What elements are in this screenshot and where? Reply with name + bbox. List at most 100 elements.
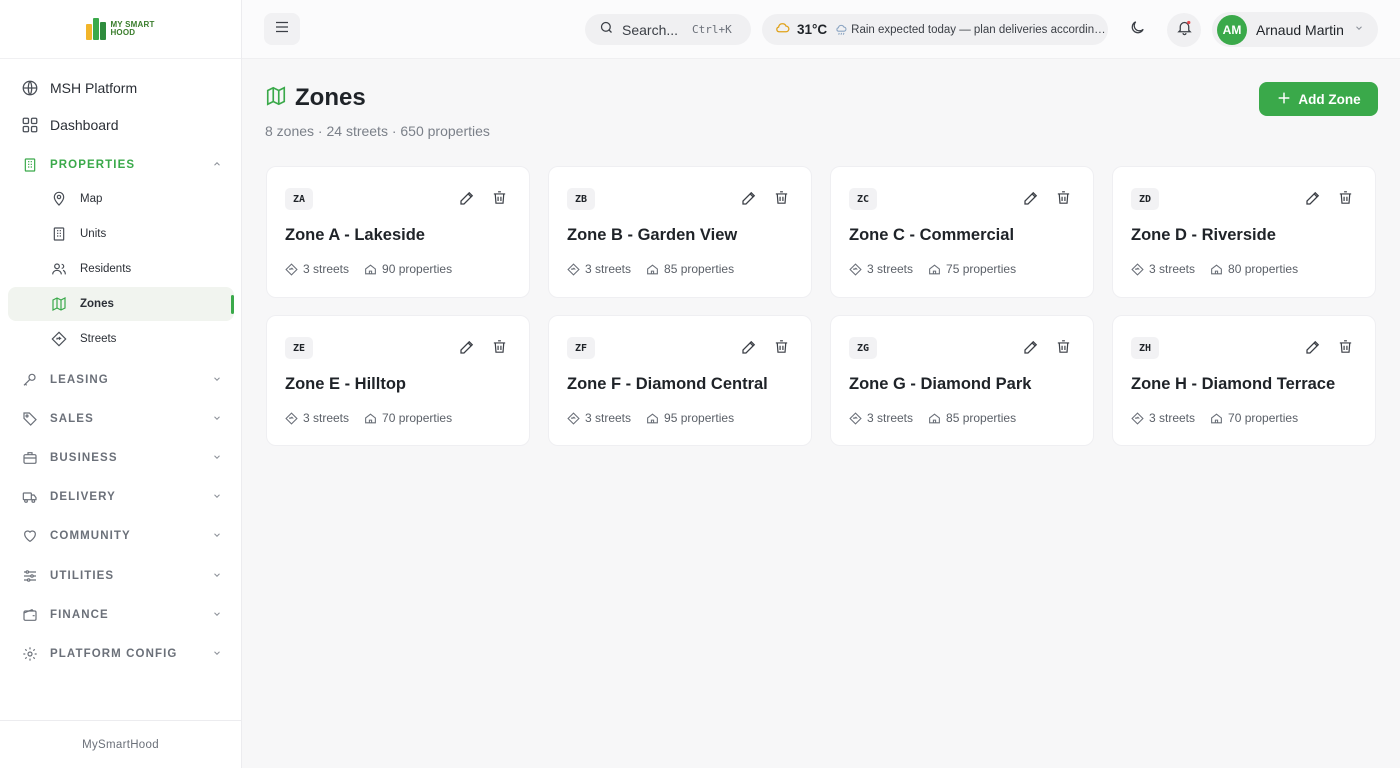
pencil-icon — [1304, 338, 1322, 361]
zone-name[interactable]: Zone A - Lakeside — [285, 226, 425, 245]
sidebar-section-platform-config[interactable]: PLATFORM CONFIG — [8, 637, 234, 671]
sidebar-section-community[interactable]: COMMUNITY — [8, 519, 234, 553]
weather-widget[interactable]: 31°C Rain expected today — plan deliveri… — [762, 14, 1108, 45]
zone-name[interactable]: Zone H - Diamond Terrace — [1131, 375, 1335, 394]
sidebar-section-properties[interactable]: PROPERTIES — [8, 148, 234, 182]
zone-code-badge: ZH — [1131, 337, 1159, 359]
zone-name[interactable]: Zone C - Commercial — [849, 226, 1014, 245]
zone-meta: 3 streets 95 properties — [567, 411, 734, 425]
edit-zone-button[interactable] — [1020, 338, 1042, 360]
edit-zone-button[interactable] — [1020, 189, 1042, 211]
zone-streets-count: 3 streets — [585, 262, 632, 276]
zone-streets-count: 3 streets — [1149, 262, 1196, 276]
zone-properties-count: 85 properties — [664, 262, 735, 276]
sidebar-section-utilities[interactable]: UTILITIES — [8, 559, 234, 593]
zone-properties-count: 95 properties — [664, 411, 735, 425]
zone-name[interactable]: Zone F - Diamond Central — [567, 375, 768, 394]
zone-card[interactable]: ZH Zone H - Diamond Terrace 3 streets 70 pr… — [1112, 315, 1376, 446]
delete-zone-button[interactable] — [770, 338, 792, 360]
delete-zone-button[interactable] — [1052, 189, 1074, 211]
tag-icon — [20, 409, 40, 429]
zone-card[interactable]: ZD Zone D - Riverside 3 streets 80 properti… — [1112, 166, 1376, 298]
sidebar-section-leasing[interactable]: LEASING — [8, 363, 234, 397]
signpost-icon — [849, 411, 862, 425]
delete-zone-button[interactable] — [770, 189, 792, 211]
pencil-icon — [458, 189, 476, 212]
sidebar-section-label: FINANCE — [50, 609, 109, 621]
edit-zone-button[interactable] — [738, 189, 760, 211]
sidebar-section-finance[interactable]: FINANCE — [8, 598, 234, 632]
zone-streets-count: 3 streets — [303, 262, 350, 276]
zone-card[interactable]: ZE Zone E - Hilltop 3 streets 70 properties — [266, 315, 530, 446]
home-icon — [928, 263, 941, 276]
zone-card[interactable]: ZC Zone C - Commercial 3 streets 75 propert… — [830, 166, 1094, 298]
add-zone-button[interactable]: Add Zone — [1259, 82, 1378, 116]
theme-toggle-button[interactable] — [1120, 13, 1154, 47]
sidebar-item-zones[interactable]: Zones — [8, 287, 234, 321]
truck-icon — [20, 487, 40, 507]
edit-zone-button[interactable] — [1302, 189, 1324, 211]
active-indicator — [231, 295, 234, 314]
sidebar-section-sales[interactable]: SALES — [8, 402, 234, 436]
delete-zone-button[interactable] — [1052, 338, 1074, 360]
zone-code-badge: ZG — [849, 337, 877, 359]
trash-icon — [491, 338, 508, 360]
search-input[interactable]: Search... Ctrl+K — [585, 14, 751, 45]
user-menu[interactable]: AM Arnaud Martin — [1212, 12, 1378, 47]
signpost-icon — [50, 330, 68, 348]
search-placeholder: Search... — [622, 21, 679, 38]
zone-name[interactable]: Zone D - Riverside — [1131, 226, 1276, 245]
sidebar-item-label: Map — [80, 193, 103, 205]
brand-logo[interactable]: MY SMART HOOD — [0, 0, 241, 59]
zone-properties-count: 80 properties — [1228, 262, 1299, 276]
delete-zone-button[interactable] — [488, 189, 510, 211]
cloud-sun-icon — [774, 19, 791, 41]
building-icon — [20, 155, 40, 175]
logo-text: MY SMART HOOD — [110, 21, 154, 37]
zone-streets-count: 3 streets — [585, 411, 632, 425]
sidebar-section-business[interactable]: BUSINESS — [8, 441, 234, 475]
zone-streets-count: 3 streets — [303, 411, 350, 425]
zone-code-badge: ZA — [285, 188, 313, 210]
menu-toggle-button[interactable] — [264, 13, 300, 45]
sidebar-item-residents[interactable]: Residents — [8, 252, 234, 286]
zone-card[interactable]: ZG Zone G - Diamond Park 3 streets 85 prope… — [830, 315, 1094, 446]
weather-temperature: 31°C — [797, 22, 828, 37]
edit-zone-button[interactable] — [738, 338, 760, 360]
signpost-icon — [849, 262, 862, 276]
edit-zone-button[interactable] — [456, 189, 478, 211]
search-shortcut: Ctrl+K — [692, 23, 732, 36]
pencil-icon — [1304, 189, 1322, 212]
chevron-down-icon — [212, 452, 222, 465]
zone-meta: 3 streets 90 properties — [285, 262, 452, 276]
weather-message: Rain expected today — plan deliveries ac… — [851, 23, 1108, 36]
zone-meta: 3 streets 85 properties — [849, 411, 1016, 425]
edit-zone-button[interactable] — [456, 338, 478, 360]
zone-streets-count: 3 streets — [1149, 411, 1196, 425]
delete-zone-button[interactable] — [488, 338, 510, 360]
notifications-button[interactable] — [1167, 13, 1201, 47]
sidebar-section-label: DELIVERY — [50, 491, 116, 503]
sidebar-item-dashboard[interactable]: Dashboard — [8, 108, 234, 142]
sidebar-item-msh-platform[interactable]: MSH Platform — [8, 71, 234, 105]
chevron-down-icon — [212, 491, 222, 504]
sidebar-item-streets[interactable]: Streets — [8, 322, 234, 356]
delete-zone-button[interactable] — [1334, 338, 1356, 360]
sidebar-section-delivery[interactable]: DELIVERY — [8, 480, 234, 514]
zone-card[interactable]: ZF Zone F - Diamond Central 3 streets 95 pr… — [548, 315, 812, 446]
edit-zone-button[interactable] — [1302, 338, 1324, 360]
zone-name[interactable]: Zone E - Hilltop — [285, 375, 406, 394]
zone-properties-count: 85 properties — [946, 411, 1017, 425]
zone-card[interactable]: ZA Zone A - Lakeside 3 streets 90 propertie… — [266, 166, 530, 298]
sidebar-item-map[interactable]: Map — [8, 182, 234, 216]
zone-name[interactable]: Zone G - Diamond Park — [849, 375, 1031, 394]
sidebar-item-units[interactable]: Units — [8, 217, 234, 251]
zone-properties-count: 70 properties — [1228, 411, 1299, 425]
delete-zone-button[interactable] — [1334, 189, 1356, 211]
sidebar-section-label: SALES — [50, 413, 94, 425]
home-icon — [646, 412, 659, 425]
zone-meta: 3 streets 75 properties — [849, 262, 1016, 276]
zone-code-badge: ZF — [567, 337, 595, 359]
zone-name[interactable]: Zone B - Garden View — [567, 226, 737, 245]
zone-card[interactable]: ZB Zone B - Garden View 3 streets 85 proper… — [548, 166, 812, 298]
